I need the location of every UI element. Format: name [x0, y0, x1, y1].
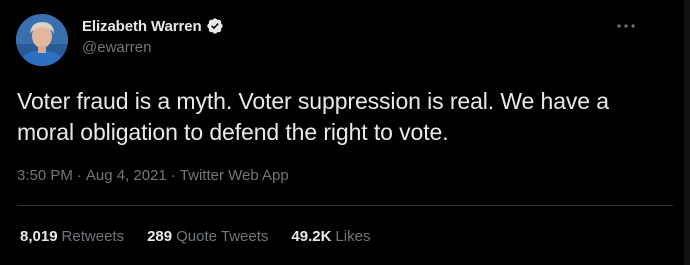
scrollbar[interactable] [684, 0, 690, 265]
author-block: Elizabeth Warren @ewarren [82, 16, 224, 56]
verified-badge-icon [206, 17, 224, 35]
quote-tweets-count: 289 [147, 228, 173, 245]
divider [17, 205, 673, 206]
tweet-meta: 3:50 PM · Aug 4, 2021 · Twitter Web App [17, 167, 289, 184]
likes-label: Likes [335, 228, 371, 245]
author-display-name[interactable]: Elizabeth Warren [82, 18, 202, 35]
quote-tweets-stat[interactable]: 289 Quote Tweets [147, 228, 268, 245]
tweet-time[interactable]: 3:50 PM [17, 167, 73, 184]
tweet-card: Elizabeth Warren @ewarren Voter fraud is… [0, 0, 690, 265]
retweets-label: Retweets [61, 228, 125, 245]
meta-separator: · [76, 167, 82, 184]
more-options-icon[interactable] [612, 16, 640, 36]
engagement-stats: 8,019 Retweets 289 Quote Tweets 49.2K Li… [20, 228, 393, 245]
tweet-date[interactable]: Aug 4, 2021 [86, 167, 167, 184]
meta-separator: · [170, 167, 176, 184]
likes-stat[interactable]: 49.2K Likes [291, 228, 370, 245]
author-handle[interactable]: @ewarren [82, 39, 224, 56]
retweets-count: 8,019 [20, 228, 58, 245]
profile-avatar-image [16, 14, 68, 66]
tweet-text: Voter fraud is a myth. Voter suppression… [17, 88, 609, 145]
tweet-source[interactable]: Twitter Web App [180, 167, 289, 184]
retweets-stat[interactable]: 8,019 Retweets [20, 228, 124, 245]
likes-count: 49.2K [291, 228, 332, 245]
avatar[interactable] [16, 14, 68, 66]
quote-tweets-label: Quote Tweets [176, 228, 269, 245]
